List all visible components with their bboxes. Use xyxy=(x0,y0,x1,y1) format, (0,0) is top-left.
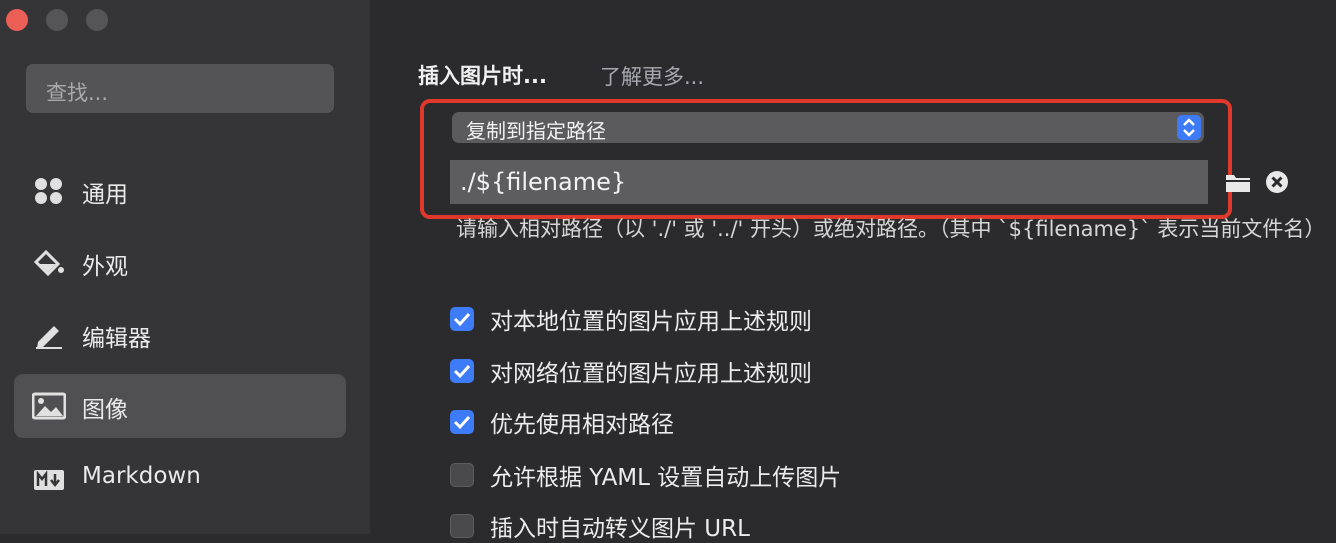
zoom-window-button[interactable] xyxy=(86,9,108,31)
sidebar-item-image[interactable]: 图像 xyxy=(14,374,346,438)
sidebar-item-editor[interactable]: 编辑器 xyxy=(14,303,346,367)
insert-action-select[interactable]: 复制到指定路径 xyxy=(452,112,1204,143)
chevron-updown-icon xyxy=(1177,115,1201,140)
option-label: 插入时自动转义图片 URL xyxy=(490,516,750,542)
sidebar-item-markdown[interactable]: Markdown xyxy=(14,447,346,511)
image-path-input[interactable]: ./${filename} xyxy=(450,160,1208,204)
sidebar-item-label: 外观 xyxy=(82,254,128,280)
clear-icon[interactable] xyxy=(1265,170,1289,194)
sidebar: 查找... 通用 外观 编辑器 图像 Markdown xyxy=(0,0,370,534)
path-hint-text: 请输入相对路径（以 './' 或 '../' 开头）或绝对路径。（其中 `${f… xyxy=(456,217,1326,241)
learn-more-link[interactable]: 了解更多... xyxy=(600,61,704,91)
grid-icon xyxy=(35,178,62,204)
sidebar-item-appearance[interactable]: 外观 xyxy=(14,231,346,295)
search-input[interactable]: 查找... xyxy=(26,64,334,113)
option-label: 对网络位置的图片应用上述规则 xyxy=(490,361,812,387)
markdown-icon xyxy=(34,470,64,490)
close-window-button[interactable] xyxy=(6,9,28,31)
folder-icon[interactable] xyxy=(1225,170,1251,194)
sidebar-item-label: 图像 xyxy=(82,397,128,423)
paint-bucket-icon xyxy=(33,249,64,277)
pencil-icon xyxy=(36,326,62,349)
option-label: 允许根据 YAML 设置自动上传图片 xyxy=(490,465,842,491)
section-title: 插入图片时... xyxy=(418,64,547,88)
sidebar-item-label: Markdown xyxy=(82,463,201,489)
path-value: ./${filename} xyxy=(460,168,627,196)
minimize-window-button[interactable] xyxy=(46,9,68,31)
sidebar-item-label: 编辑器 xyxy=(82,326,151,352)
select-value: 复制到指定路径 xyxy=(466,119,606,143)
image-icon xyxy=(32,392,66,420)
option-label: 优先使用相对路径 xyxy=(490,412,674,438)
checkbox-checked-icon[interactable] xyxy=(450,359,474,383)
checkbox-unchecked[interactable] xyxy=(450,463,474,487)
checkbox-checked-icon[interactable] xyxy=(450,410,474,434)
sidebar-item-label: 通用 xyxy=(82,182,128,208)
search-placeholder: 查找... xyxy=(46,81,109,105)
sidebar-item-general[interactable]: 通用 xyxy=(14,159,346,223)
settings-panel: 插入图片时... 了解更多... 复制到指定路径 ./${filename} 请… xyxy=(370,0,1336,542)
checkbox-checked-icon[interactable] xyxy=(450,307,474,331)
option-label: 对本地位置的图片应用上述规则 xyxy=(490,309,812,335)
checkbox-unchecked[interactable] xyxy=(450,514,474,538)
